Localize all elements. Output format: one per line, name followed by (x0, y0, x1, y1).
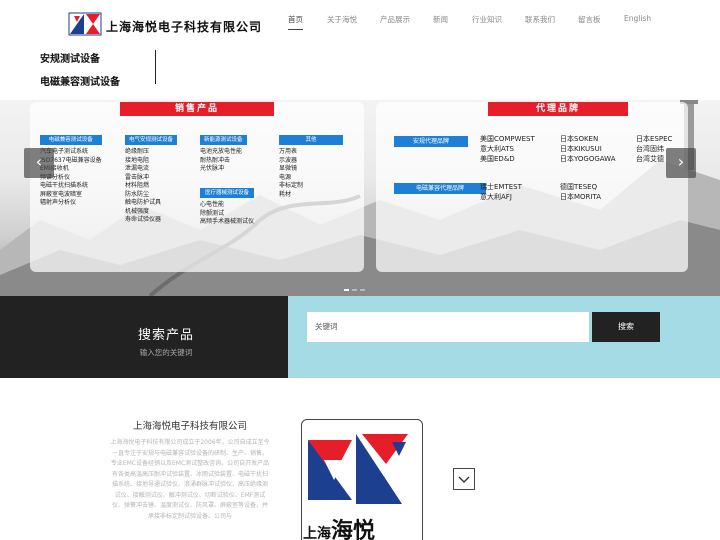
nav-products[interactable]: 产品展示 (380, 14, 410, 29)
category-item[interactable]: 雷击脉冲 (125, 174, 177, 183)
brand-item[interactable]: 日本KIKUSUI (560, 144, 616, 154)
category-item[interactable]: 非标定制 (279, 182, 343, 191)
nav-english[interactable]: English (624, 14, 651, 27)
chevron-right-icon: › (677, 152, 685, 171)
nav-home[interactable]: 首页 (288, 14, 303, 30)
about-logo-card: 上海海悦 (301, 419, 423, 540)
category-item[interactable]: 寿命试验仪器 (125, 216, 177, 225)
brand-item[interactable]: 美国COMPWEST (480, 134, 535, 144)
category-item[interactable]: 防水防尘 (125, 191, 177, 200)
category-item[interactable]: 万用表 (279, 148, 343, 157)
company-logo[interactable]: 上海海悦电子科技有限公司 (68, 12, 268, 38)
brand-item[interactable]: 日本MORITA (560, 192, 601, 202)
brand-item[interactable]: 德国TESEQ (560, 182, 601, 192)
category-item[interactable]: 触电防护试具 (125, 199, 177, 208)
brand-item[interactable]: 意大利ATS (480, 144, 535, 154)
about-title: 上海海悦电子科技有限公司 (132, 421, 247, 432)
pagination-dot[interactable] (344, 289, 349, 291)
search-title: 搜索产品 (137, 328, 194, 343)
brand-item[interactable]: 日本ESPEC (636, 134, 672, 144)
nav-contact[interactable]: 联系我们 (525, 14, 555, 29)
category-item[interactable]: 辐射声分析仪 (40, 199, 102, 208)
brand-item[interactable]: 美国ED&D (480, 154, 535, 164)
category-other[interactable]: 其他 万用表 示波器 显微镜 电源 非标定制 耗材 (279, 135, 343, 199)
banner-next-button[interactable]: › (666, 148, 696, 178)
category-item[interactable]: 机械强度 (125, 208, 177, 217)
nav-about[interactable]: 关于海悦 (327, 14, 357, 29)
category-item[interactable]: 绝缘耐压 (125, 148, 177, 157)
banner-prev-button[interactable]: ‹ (24, 148, 54, 178)
category-title[interactable]: 医疗器械测试设备 (200, 188, 255, 198)
brand-item[interactable]: 日本SOKEN (560, 134, 616, 144)
chevron-left-icon: ‹ (35, 152, 43, 171)
tagline-emc: 电磁兼容测试设备 (40, 77, 120, 88)
search-subtitle: 输入您的关键词 (139, 348, 193, 357)
nav-guestbook[interactable]: 留言板 (578, 14, 601, 29)
search-input[interactable]: 关键词 (307, 312, 589, 342)
sales-products-title: 销售产品 (120, 102, 274, 116)
pagination-dot[interactable] (360, 289, 365, 291)
emc-brands-label: 电磁兼容代理品牌 (394, 183, 486, 194)
safety-brand-col-2: 日本SOKEN 日本KIKUSUI 日本YOGOGAWA (560, 134, 616, 164)
category-safety[interactable]: 电气安规测试设备 绝缘耐压 接地电阻 泄漏电流 雷击脉冲 材料阻燃 防水防尘 触… (125, 135, 178, 225)
category-item[interactable]: 显微镜 (279, 165, 343, 174)
card-name-big: 海悦 (331, 519, 376, 540)
pagination-dot[interactable] (352, 289, 357, 291)
category-item[interactable]: 接地电阻 (125, 157, 177, 166)
category-new-energy[interactable]: 新能源测试设备 电池充放电性能 耐热耐冲击 光伏脉冲 (200, 135, 247, 174)
safety-brands-label: 安规代理品牌 (394, 136, 468, 147)
agency-brands-title: 代理品牌 (488, 102, 628, 116)
nav-knowledge[interactable]: 行业知识 (472, 14, 502, 29)
emc-brand-col-2: 德国TESEQ 日本MORITA (560, 182, 601, 202)
company-name: 上海海悦电子科技有限公司 (106, 20, 263, 34)
brand-item[interactable]: 日本YOGOGAWA (560, 154, 616, 164)
search-section: 搜索产品 输入您的关键词 关键词 搜索 (0, 296, 720, 378)
category-item[interactable]: 示波器 (279, 157, 343, 166)
search-button[interactable]: 搜索 (592, 312, 660, 342)
category-title[interactable]: 其他 (279, 135, 343, 145)
category-item[interactable]: 材料阻燃 (125, 182, 177, 191)
safety-brand-col-1: 美国COMPWEST 意大利ATS 美国ED&D (480, 134, 535, 164)
about-section: 上海海悦电子科技有限公司 上海海悦电子科技有限公司成立于2006年，公司自成立至… (0, 378, 720, 540)
about-body: 上海海悦电子科技有限公司成立于2006年，公司自成立至今一直专注于安规与电磁兼容… (110, 439, 270, 520)
banner-pagination (344, 276, 368, 295)
category-item[interactable]: 屏蔽室电波暗室 (40, 191, 102, 200)
emc-brand-col-1: 瑞士EMTEST 意大利AFJ (480, 182, 522, 202)
brand-item[interactable]: 意大利AFJ (480, 192, 522, 202)
tagline-safety: 安规测试设备 (40, 54, 100, 65)
tagline: 安规测试设备 电磁兼容测试设备 (40, 50, 120, 96)
card-company-name: 上海海悦 (303, 513, 375, 540)
category-item[interactable]: 电磁干扰扫描系统 (40, 182, 102, 191)
category-item[interactable]: 光伏脉冲 (200, 165, 247, 174)
site-header: 上海海悦电子科技有限公司 首页 关于海悦 产品展示 新闻 行业知识 联系我们 留… (0, 0, 720, 100)
category-item[interactable]: 除颤测试 (200, 210, 254, 219)
card-name-small: 上海 (303, 526, 331, 540)
agency-brands-panel: 代理品牌 安规代理品牌 美国COMPWEST 意大利ATS 美国ED&D 日本S… (376, 102, 688, 272)
category-title[interactable]: 电磁兼容测试设备 (40, 135, 102, 145)
category-item[interactable]: 高频手术器械测试仪 (200, 218, 254, 227)
category-item[interactable]: 心电性能 (200, 201, 254, 210)
category-item[interactable]: 泄漏电流 (125, 165, 177, 174)
tagline-divider (155, 50, 156, 84)
category-item[interactable]: 耐热耐冲击 (200, 157, 247, 166)
category-title[interactable]: 电气安规测试设备 (125, 135, 178, 145)
hero-banner: 销售产品 电磁兼容测试设备 汽车电子测试系统 ISO7637电磁兼容设备 EMI… (0, 100, 720, 296)
category-item[interactable]: 电源 (279, 174, 343, 183)
category-item[interactable]: 电池充放电性能 (200, 148, 247, 157)
category-item[interactable]: 耗材 (279, 191, 343, 200)
sales-products-panel: 销售产品 电磁兼容测试设备 汽车电子测试系统 ISO7637电磁兼容设备 EMI… (30, 102, 364, 272)
logo-mark-icon (68, 12, 102, 36)
brand-item[interactable]: 瑞士EMTEST (480, 182, 522, 192)
category-title[interactable]: 新能源测试设备 (200, 135, 247, 145)
nav-news[interactable]: 新闻 (433, 14, 448, 29)
scroll-down-button[interactable] (453, 468, 475, 490)
category-medical[interactable]: 医疗器械测试设备 心电性能 除颤测试 高频手术器械测试仪 (200, 188, 255, 227)
chevron-down-icon (458, 476, 470, 483)
company-logo-large-icon (308, 434, 408, 504)
